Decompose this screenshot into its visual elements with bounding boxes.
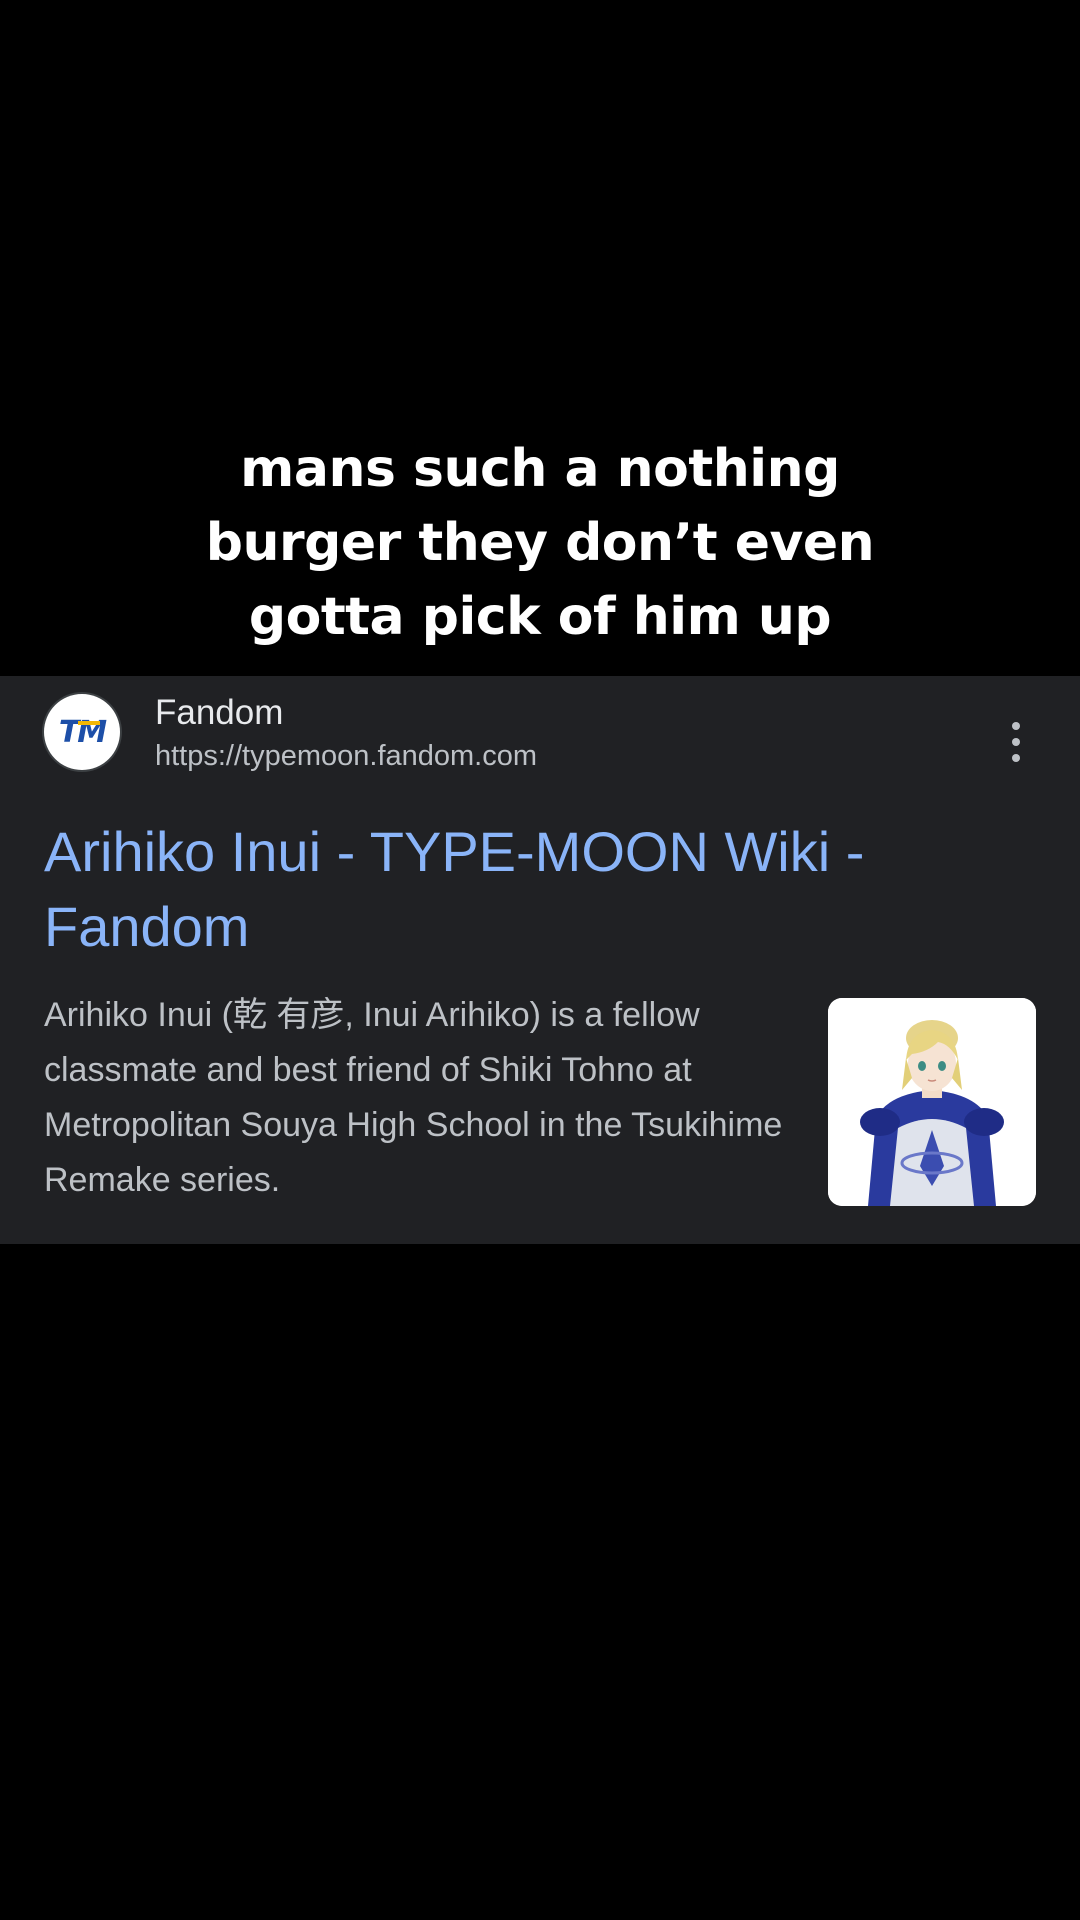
more-vert-icon-dot <box>1012 754 1020 762</box>
favicon-accent-bar <box>78 721 100 725</box>
more-options-button[interactable] <box>998 720 1034 764</box>
video-caption: mans such a nothing burger they don’t ev… <box>0 432 1080 654</box>
more-vert-icon-dot <box>1012 738 1020 746</box>
site-name[interactable]: Fandom <box>155 692 283 734</box>
caption-line-1: mans such a nothing <box>240 439 840 499</box>
result-snippet: Arihiko Inui (乾 有彦, Inui Arihiko) is a f… <box>44 996 783 1199</box>
result-thumbnail[interactable] <box>828 998 1036 1206</box>
site-url[interactable]: https://typemoon.fandom.com <box>155 738 537 774</box>
caption-line-3: gotta pick of him up <box>248 587 832 647</box>
search-result-card: TM Fandom https://typemoon.fandom.com Ar… <box>0 676 1080 1244</box>
anime-character-thumbnail <box>828 998 1036 1206</box>
site-favicon-icon[interactable]: TM <box>44 694 120 770</box>
result-title-link[interactable]: Arihiko Inui - TYPE-MOON Wiki - Fandom <box>44 814 1044 964</box>
more-vert-icon <box>1012 722 1020 730</box>
caption-line-2: burger they don’t even <box>205 513 875 573</box>
favicon-logo-text: TM <box>59 715 107 750</box>
